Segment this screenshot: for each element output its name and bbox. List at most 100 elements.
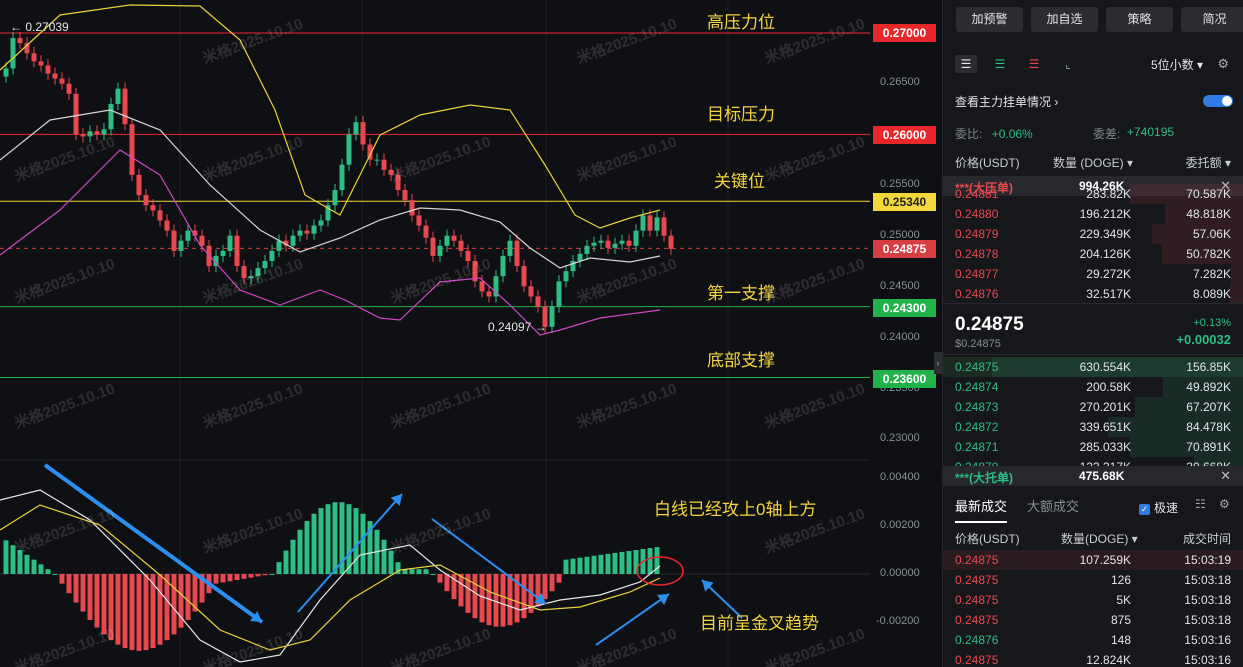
trade-time: 15:03:18 (1184, 613, 1231, 627)
bid-row[interactable]: 0.24873 270.201K 67.207K (943, 397, 1243, 417)
candle-body (346, 134, 352, 165)
settings-gear-icon[interactable]: ⚙ (1217, 56, 1229, 72)
candle-body (535, 296, 541, 307)
ask-row[interactable]: 0.24880 196.212K 48.818K (943, 204, 1243, 224)
ask-row[interactable]: 0.24876 32.517K 8.089K (943, 284, 1243, 304)
candle-body (402, 190, 408, 201)
macd-histogram-bar (423, 569, 429, 574)
change-pct: +0.13% (1193, 317, 1231, 329)
candle-body (563, 271, 569, 282)
macd-histogram-bar (283, 550, 289, 574)
macd-histogram-bar (493, 574, 499, 627)
price-tag-target-pressure: 0.26000 (873, 126, 936, 144)
candle-body (374, 159, 380, 161)
trade-price: 0.24875 (955, 653, 999, 667)
add-alert-button[interactable]: 加预警 (956, 7, 1023, 32)
price-tag-current: 0.24875 (873, 240, 936, 258)
macd-histogram-bar (262, 574, 268, 576)
orderbook-asks-icon[interactable]: ☰ (1023, 55, 1045, 73)
candle-body (661, 217, 667, 236)
trade-qty: 5K (1116, 593, 1131, 607)
macd-histogram-bar (472, 574, 478, 619)
macd-histogram-bar (290, 539, 296, 574)
tab-latest-trades[interactable]: 最新成交 (955, 496, 1008, 523)
price-tag-high-pressure: 0.27000 (873, 24, 936, 42)
main-orders-toggle[interactable] (1203, 95, 1233, 107)
settings-gear-icon[interactable]: ⚙ (1219, 497, 1230, 511)
candle-body (136, 174, 142, 196)
main-orders-link[interactable]: 查看主力挂单情况 › (955, 93, 1233, 110)
candle-body (458, 240, 464, 251)
macd-histogram-bar (59, 574, 65, 584)
filter-icon[interactable]: ☷ (1195, 497, 1206, 511)
col-header-total[interactable]: 委托额 ▾ (1186, 154, 1231, 171)
macd-histogram-bar (248, 574, 254, 578)
candlestick-chart[interactable] (0, 0, 942, 667)
annotation-white-line: 白线已经攻上0轴上方 (654, 500, 817, 519)
ask-qty: 32.517K (1086, 287, 1131, 301)
depth-chart-icon[interactable]: ⌞ (1057, 55, 1079, 73)
candle-body (122, 88, 128, 125)
orderbook-bids-icon[interactable]: ☰ (989, 55, 1011, 73)
bid-price: 0.24872 (955, 420, 999, 434)
trade-time: 15:03:18 (1184, 573, 1231, 587)
panel-collapse-handle[interactable]: › (934, 352, 942, 374)
bid-row[interactable]: 0.24874 200.58K 49.892K (943, 377, 1243, 397)
trade-header-time: 成交时间 (1182, 532, 1231, 546)
bid-total: 67.207K (1186, 400, 1231, 414)
strategy-button[interactable]: 策略 (1106, 7, 1173, 32)
macd-histogram-bar (311, 513, 317, 574)
ask-price: 0.24880 (955, 207, 999, 221)
candle-body (647, 215, 653, 231)
ratio-label: 委比: (955, 127, 983, 141)
ask-row[interactable]: 0.24879 229.349K 57.06K (943, 224, 1243, 244)
ask-price: 0.24879 (955, 227, 999, 241)
candle-body (73, 93, 79, 135)
close-icon[interactable]: ✕ (1220, 468, 1231, 484)
ask-row[interactable]: 0.24881 283.82K 70.587K (943, 184, 1243, 204)
ask-row[interactable]: 0.24878 204.126K 50.782K (943, 244, 1243, 264)
candle-body (577, 253, 583, 261)
trade-qty: 148 (1110, 633, 1131, 647)
candle-body (626, 240, 632, 246)
macd-histogram-bar (115, 574, 121, 645)
macd-histogram-bar (94, 574, 100, 628)
ask-row[interactable]: 0.24877 29.272K 7.282K (943, 264, 1243, 284)
fast-checkbox[interactable]: ✓ 极速 (1139, 499, 1178, 516)
chart-area[interactable]: 高压力位 目标压力 关键位 第一支撑 底部支撑 白线已经攻上0轴上方 目前呈金叉… (0, 0, 942, 667)
bid-qty: 630.554K (1079, 360, 1131, 374)
macd-histogram-bar (227, 574, 233, 582)
trade-time: 15:03:16 (1184, 633, 1231, 647)
candle-body (423, 225, 429, 238)
bid-price: 0.24874 (955, 380, 999, 394)
bid-total: 49.892K (1186, 380, 1231, 394)
col-header-qty[interactable]: 数量 (DOGE) ▾ (1053, 154, 1133, 171)
bid-total: 84.478K (1186, 420, 1231, 434)
macd-histogram-bar (381, 539, 387, 574)
candle-body (297, 230, 303, 236)
tab-large-trades[interactable]: 大额成交 (1027, 496, 1079, 515)
axis-label: 0.25500 (880, 178, 920, 190)
candle-body (311, 225, 317, 234)
bid-row[interactable]: 0.24872 339.651K 84.478K (943, 417, 1243, 437)
candle-body (444, 235, 450, 246)
bid-row[interactable]: 0.24875 630.554K 156.85K (943, 357, 1243, 377)
decimal-select[interactable]: 5位小数 ▾ (1151, 56, 1203, 73)
candle-body (451, 235, 457, 241)
candle-body (290, 235, 296, 246)
macd-histogram-bar (52, 574, 58, 575)
annotation-key-level: 关键位 (714, 172, 765, 191)
candle-body (80, 134, 86, 137)
macd-histogram-bar (556, 574, 562, 583)
bid-row[interactable]: 0.24871 285.033K 70.891K (943, 437, 1243, 457)
candle-body (276, 240, 282, 251)
macd-histogram-bar (234, 574, 240, 580)
overview-button[interactable]: 简况 (1181, 7, 1243, 32)
ask-price: 0.24876 (955, 287, 999, 301)
bid-qty: 270.201K (1079, 400, 1131, 414)
trade-header-qty[interactable]: 数量(DOGE) ▾ (1061, 530, 1138, 547)
macd-histogram-bar (605, 553, 611, 574)
macd-histogram-bar (3, 540, 9, 574)
orderbook-both-icon[interactable]: ☰ (955, 55, 977, 73)
add-watchlist-button[interactable]: 加自选 (1031, 7, 1098, 32)
